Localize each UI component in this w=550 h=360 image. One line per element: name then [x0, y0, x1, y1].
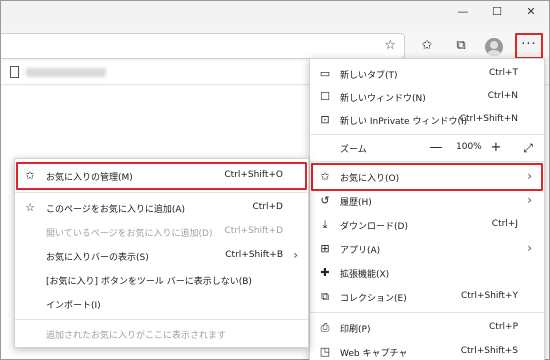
submenu-item-label: 開いているページをお気に入りに追加(D): [46, 229, 213, 239]
menu-item-new-inprivate[interactable]: ⊡ 新しい InPrivate ウィンドウ(I) Ctrl+Shift+N: [310, 108, 544, 132]
blurred-favorite-item[interactable]: [26, 68, 106, 77]
submenu-item-shortcut: Ctrl+Shift+D: [224, 226, 283, 236]
menu-item-shortcut: Ctrl+T: [488, 68, 518, 78]
extensions-icon: ✚: [320, 266, 330, 279]
submenu-item-add-open-pages: 開いているページをお気に入りに追加(D) Ctrl+Shift+D: [15, 220, 308, 244]
zoom-label: ズーム: [340, 145, 367, 155]
download-icon: ⤓: [322, 218, 328, 231]
menu-item-shortcut: Ctrl+P: [489, 322, 518, 332]
add-favorite-icon: ☆: [25, 201, 35, 214]
new-window-icon: ☐: [320, 90, 330, 103]
history-icon: ↺: [320, 194, 330, 207]
chevron-right-icon: ›: [527, 193, 532, 207]
menu-item-label: 新しいタブ(T): [340, 71, 398, 81]
submenu-item-shortcut: Ctrl+Shift+B: [225, 250, 283, 260]
submenu-item-show-favorites-bar[interactable]: お気に入りバーの表示(S) Ctrl+Shift+B ›: [15, 244, 308, 268]
menu-item-history[interactable]: ↺ 履歴(H) ›: [310, 189, 544, 213]
fullscreen-icon[interactable]: ⤢: [518, 138, 538, 158]
submenu-item-label: 追加されたお気に入りがここに表示されます: [46, 331, 227, 341]
menu-item-new-window[interactable]: ☐ 新しいウィンドウ(N) Ctrl+N: [310, 85, 544, 109]
menu-item-web-capture[interactable]: ◳ Web キャプチャ Ctrl+Shift+S: [310, 340, 544, 360]
web-capture-icon: ◳: [319, 345, 331, 358]
address-bar[interactable]: ☆: [1, 33, 405, 59]
menu-divider: [310, 312, 544, 313]
settings-menu: ▭ 新しいタブ(T) Ctrl+T ☐ 新しいウィンドウ(N) Ctrl+N ⊡…: [309, 58, 545, 360]
profile-avatar[interactable]: [485, 38, 503, 56]
chevron-right-icon: ›: [293, 248, 298, 262]
title-bar: — ☐ ✕: [1, 1, 549, 31]
chevron-right-icon: ›: [527, 241, 532, 255]
collections-toolbar-icon[interactable]: ⧉: [452, 37, 470, 55]
settings-and-more-button[interactable]: ···: [515, 33, 543, 59]
menu-item-shortcut: Ctrl+Shift+Y: [460, 291, 518, 301]
zoom-out-button[interactable]: —: [426, 138, 446, 158]
submenu-divider: [15, 192, 308, 193]
menu-item-label: アプリ(A): [340, 246, 381, 256]
submenu-item-hide-favorites-button[interactable]: [お気に入り] ボタンをツール バーに表示しない(B): [15, 268, 308, 292]
menu-item-shortcut: Ctrl+Shift+S: [460, 346, 518, 356]
menu-item-label: 履歴(H): [340, 198, 372, 208]
zoom-in-button[interactable]: +: [486, 138, 506, 158]
favorites-toolbar-icon[interactable]: ✩: [418, 37, 436, 55]
new-tab-icon: ▭: [319, 67, 331, 80]
submenu-item-import[interactable]: インポート(I): [15, 292, 308, 316]
menu-item-label: コレクション(E): [340, 294, 407, 304]
menu-item-shortcut: Ctrl+J: [491, 219, 518, 229]
collections-icon: ⧉: [321, 290, 329, 303]
submenu-item-label: [お気に入り] ボタンをツール バーに表示しない(B): [46, 277, 252, 287]
manage-favorites-highlight-box: [16, 162, 307, 190]
submenu-item-label: このページをお気に入りに追加(A): [46, 205, 186, 215]
submenu-item-shortcut: Ctrl+D: [252, 202, 284, 212]
zoom-level: 100%: [456, 142, 482, 152]
menu-item-downloads[interactable]: ⤓ ダウンロード(D) Ctrl+J: [310, 213, 544, 237]
menu-divider: [310, 161, 544, 162]
add-favorite-star-icon[interactable]: ☆: [384, 38, 396, 53]
apps-icon: ⊞: [320, 242, 330, 255]
close-window-button[interactable]: ✕: [515, 1, 547, 25]
zoom-row: ズーム — 100% + ⤢: [310, 136, 544, 160]
menu-divider: [310, 134, 544, 135]
menu-item-collections[interactable]: ⧉ コレクション(E) Ctrl+Shift+Y: [310, 285, 544, 309]
menu-item-print[interactable]: ⎙ 印刷(P) Ctrl+P: [310, 316, 544, 340]
submenu-empty-message: 追加されたお気に入りがここに表示されます: [15, 322, 308, 346]
submenu-item-add-this-page[interactable]: ☆ このページをお気に入りに追加(A) Ctrl+D: [15, 196, 308, 220]
menu-item-label: 拡張機能(X): [340, 270, 390, 280]
toolbar: ☆ ✩ ⧉ ···: [1, 31, 549, 61]
menu-item-label: 新しいウィンドウ(N): [340, 94, 426, 104]
menu-item-label: ダウンロード(D): [340, 222, 408, 232]
minimize-button[interactable]: —: [447, 1, 479, 25]
menu-item-label: 印刷(P): [340, 325, 371, 335]
menu-item-shortcut: Ctrl+N: [487, 91, 518, 101]
menu-item-apps[interactable]: ⊞ アプリ(A) ›: [310, 237, 544, 261]
inprivate-icon: ⊡: [320, 113, 330, 126]
favorites-highlight-box: [311, 163, 543, 191]
menu-item-extensions[interactable]: ✚ 拡張機能(X): [310, 261, 544, 285]
menu-item-label: 新しい InPrivate ウィンドウ(I): [340, 117, 468, 127]
submenu-item-label: インポート(I): [46, 301, 101, 311]
favorites-submenu: ✩ お気に入りの管理(M) Ctrl+Shift+O ☆ このページをお気に入り…: [14, 158, 309, 348]
maximize-button[interactable]: ☐: [481, 1, 513, 25]
page-document-icon: [10, 66, 19, 78]
submenu-item-label: お気に入りバーの表示(S): [46, 253, 149, 263]
menu-item-label: Web キャプチャ: [340, 349, 408, 359]
print-icon: ⎙: [320, 321, 330, 334]
menu-item-shortcut: Ctrl+Shift+N: [459, 114, 518, 124]
submenu-divider: [15, 319, 308, 320]
menu-item-new-tab[interactable]: ▭ 新しいタブ(T) Ctrl+T: [310, 62, 544, 86]
